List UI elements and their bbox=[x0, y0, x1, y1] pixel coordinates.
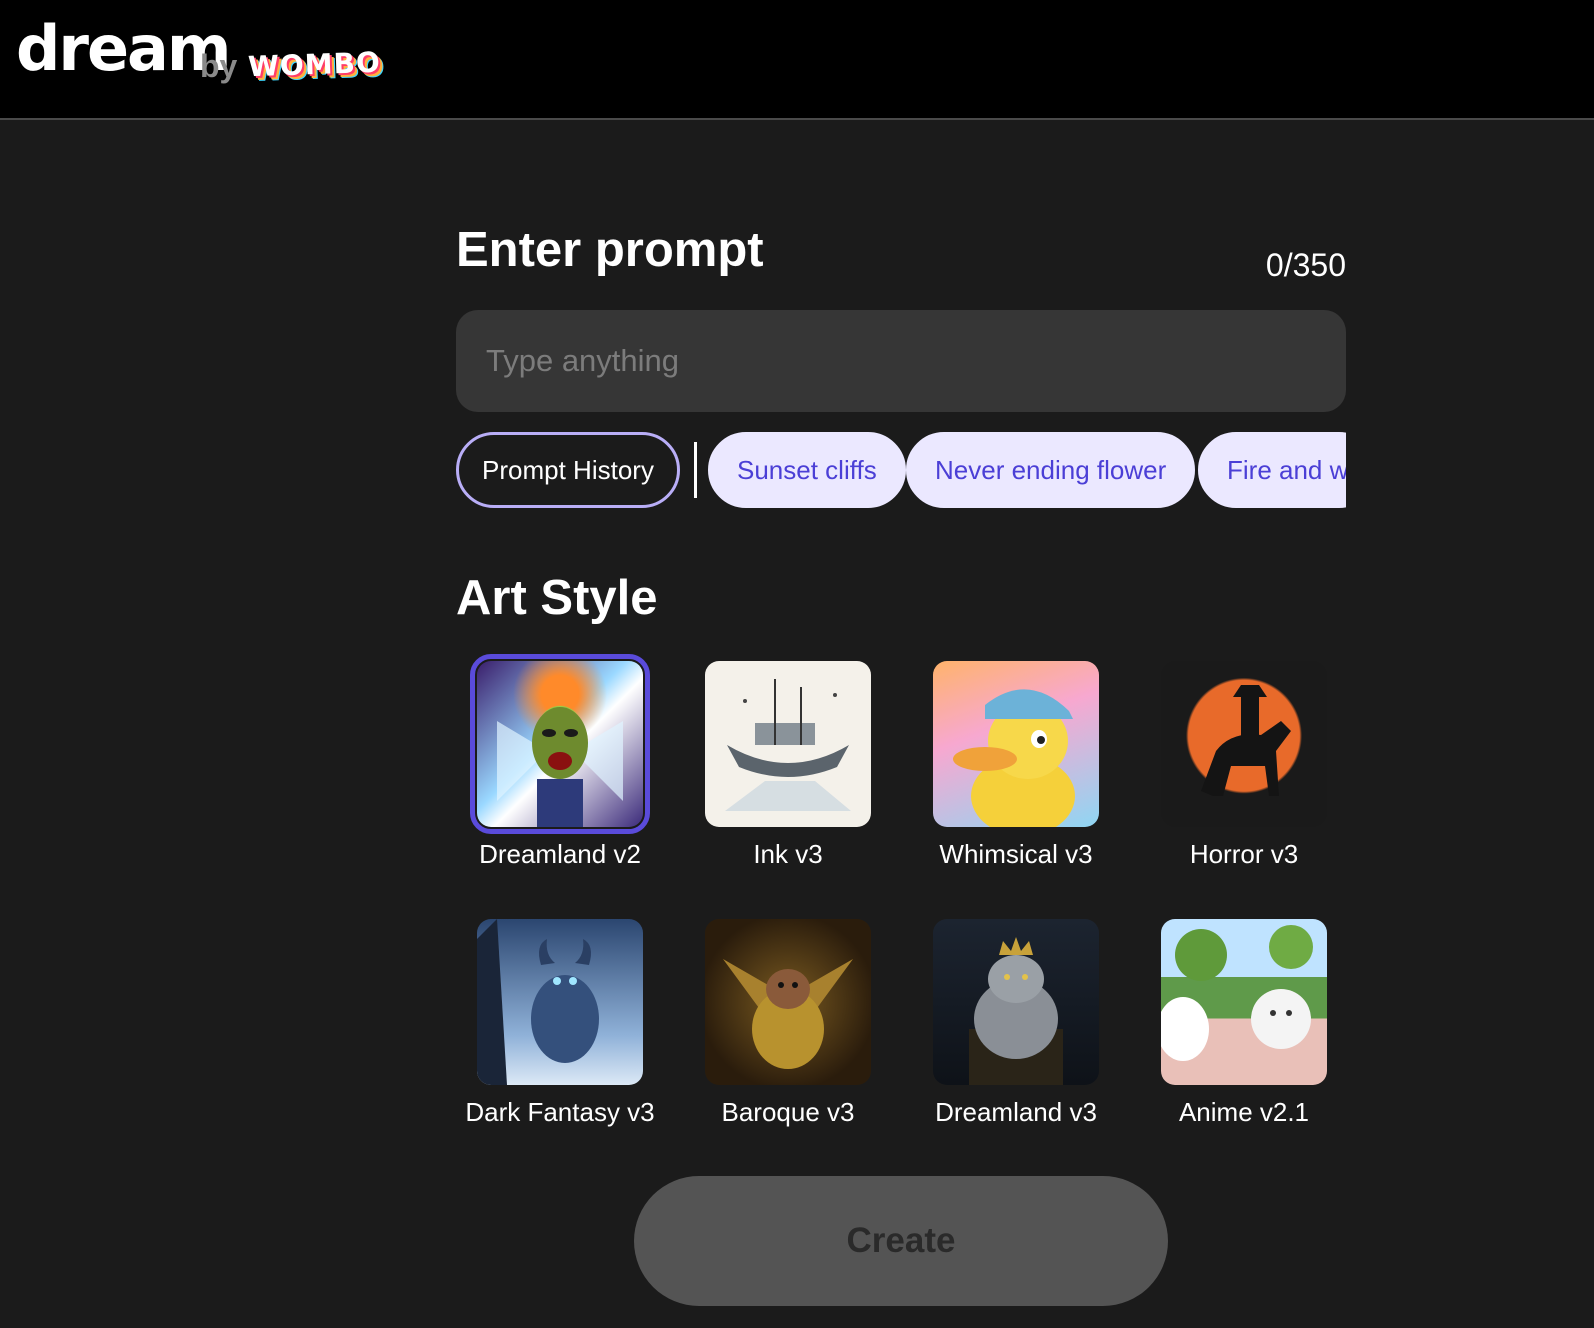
ink-ship-thumbnail bbox=[705, 661, 871, 827]
dream-logo[interactable]: dream bbox=[16, 18, 231, 80]
screaming-creature-thumbnail bbox=[470, 654, 650, 834]
art-style-label: Dreamland v3 bbox=[935, 1097, 1097, 1127]
horseman-silhouette-thumbnail bbox=[1161, 661, 1327, 827]
chip-divider bbox=[694, 442, 697, 498]
bat-creature-thumbnail bbox=[705, 919, 871, 1085]
art-style-label: Whimsical v3 bbox=[939, 839, 1093, 869]
duck-with-cap-thumbnail bbox=[933, 661, 1099, 827]
suggestion-chip[interactable]: Fire and w bbox=[1198, 432, 1346, 508]
logo-by-text: by bbox=[200, 48, 238, 84]
prompt-history-button[interactable]: Prompt History bbox=[456, 432, 680, 508]
art-style-whimsical-v3[interactable]: Whimsical v3 bbox=[902, 661, 1130, 870]
suggestion-chip[interactable]: Never ending flower bbox=[906, 432, 1196, 508]
suggestion-chip[interactable]: Sunset cliffs bbox=[708, 432, 906, 508]
art-style-dreamland-v3[interactable]: Dreamland v3 bbox=[902, 919, 1130, 1128]
art-style-label: Horror v3 bbox=[1189, 839, 1299, 869]
art-style-label: Ink v3 bbox=[753, 839, 823, 869]
character-counter: 0/350 bbox=[1265, 247, 1346, 283]
create-button[interactable]: Create bbox=[634, 1176, 1168, 1306]
art-style-ink-v3[interactable]: Ink v3 bbox=[674, 661, 902, 870]
ice-beast-thumbnail bbox=[477, 919, 643, 1085]
prompt-heading: Enter prompt bbox=[456, 223, 764, 277]
art-style-label: Dark Fantasy v3 bbox=[465, 1097, 655, 1127]
prompt-input[interactable] bbox=[456, 310, 1346, 412]
art-style-heading: Art Style bbox=[456, 571, 658, 625]
art-style-baroque-v3[interactable]: Baroque v3 bbox=[674, 919, 902, 1128]
art-style-dreamland-v2[interactable]: Dreamland v2 bbox=[446, 654, 674, 870]
prompt-chip-row: Prompt History Sunset cliffs Never endin… bbox=[456, 432, 1346, 510]
art-style-anime-v2-1[interactable]: Anime v2.1 bbox=[1130, 919, 1358, 1128]
art-style-label: Anime v2.1 bbox=[1178, 1097, 1310, 1127]
crowned-cat-thumbnail bbox=[933, 919, 1099, 1085]
art-style-dark-fantasy-v3[interactable]: Dark Fantasy v3 bbox=[446, 919, 674, 1128]
art-style-label: Dreamland v2 bbox=[479, 839, 641, 869]
white-cats-thumbnail bbox=[1161, 919, 1327, 1085]
wombo-logo[interactable]: WOMBO bbox=[247, 46, 381, 84]
art-style-label: Baroque v3 bbox=[721, 1097, 855, 1127]
top-bar: dream by WOMBO bbox=[0, 0, 1594, 120]
art-style-horror-v3[interactable]: Horror v3 bbox=[1130, 661, 1358, 870]
